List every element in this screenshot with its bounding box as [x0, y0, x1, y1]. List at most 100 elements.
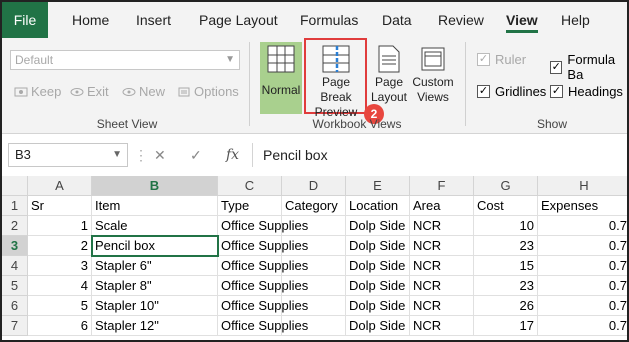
cell-d5[interactable]	[282, 276, 346, 296]
formula-bar-checkbox[interactable]: ✓ Formula Ba	[550, 52, 627, 82]
cell-g4[interactable]: 15	[474, 256, 538, 276]
cell-a3[interactable]: 2	[28, 236, 92, 256]
cell-a2[interactable]: 1	[28, 216, 92, 236]
normal-view-button[interactable]: Normal	[260, 42, 302, 114]
cell-e6[interactable]: Dolp Side	[346, 296, 410, 316]
row-header-4[interactable]: 4	[2, 256, 28, 276]
cell-b7[interactable]: Stapler 12"	[92, 316, 218, 336]
cell-d1[interactable]: Category	[282, 196, 346, 216]
column-header-e[interactable]: E	[346, 176, 410, 196]
tab-view[interactable]: View	[506, 2, 538, 38]
name-box[interactable]: B3 ▼	[8, 143, 128, 167]
cell-f6[interactable]: NCR	[410, 296, 474, 316]
cell-f2[interactable]: NCR	[410, 216, 474, 236]
cell-d7[interactable]	[282, 316, 346, 336]
options-button[interactable]: Options	[177, 84, 239, 99]
headings-checkbox[interactable]: ✓ Headings	[550, 84, 623, 99]
row-header-2[interactable]: 2	[2, 216, 28, 236]
page-layout-view-button[interactable]: Page Layout	[370, 42, 408, 105]
cell-e4[interactable]: Dolp Side	[346, 256, 410, 276]
cell-g5[interactable]: 23	[474, 276, 538, 296]
cell-e2[interactable]: Dolp Side	[346, 216, 410, 236]
cell-c6[interactable]: Office Supplies	[218, 296, 308, 316]
column-header-c[interactable]: C	[218, 176, 282, 196]
tab-review[interactable]: Review	[438, 2, 484, 38]
row-header-1[interactable]: 1	[2, 196, 28, 216]
column-header-d[interactable]: D	[282, 176, 346, 196]
cell-c3[interactable]: Office Supplies	[218, 236, 308, 256]
column-header-a[interactable]: A	[28, 176, 92, 196]
cell-c4[interactable]: Office Supplies	[218, 256, 308, 276]
cell-b3[interactable]: Pencil box	[91, 235, 219, 257]
cell-g2[interactable]: 10	[474, 216, 538, 236]
cell-e5[interactable]: Dolp Side	[346, 276, 410, 296]
cell-h2[interactable]: 0.7	[538, 216, 627, 236]
cell-f5[interactable]: NCR	[410, 276, 474, 296]
cell-a4[interactable]: 3	[28, 256, 92, 276]
column-header-h[interactable]: H	[538, 176, 627, 196]
cell-c7[interactable]: Office Supplies	[218, 316, 308, 336]
row-header-6[interactable]: 6	[2, 296, 28, 316]
cell-f4[interactable]: NCR	[410, 256, 474, 276]
cell-c5[interactable]: Office Supplies	[218, 276, 308, 296]
cell-b4[interactable]: Stapler 6"	[92, 256, 218, 276]
cell-h6[interactable]: 0.7	[538, 296, 627, 316]
cell-e1[interactable]: Location	[346, 196, 410, 216]
cell-d3[interactable]	[282, 236, 346, 256]
cell-b6[interactable]: Stapler 10"	[92, 296, 218, 316]
more-options-icon: ⋮	[134, 146, 148, 163]
tab-insert[interactable]: Insert	[136, 2, 171, 38]
cell-a1[interactable]: Sr	[28, 196, 92, 216]
cell-c1[interactable]: Type	[218, 196, 282, 216]
cell-f1[interactable]: Area	[410, 196, 474, 216]
cell-g3[interactable]: 23	[474, 236, 538, 256]
sheet-view-dropdown[interactable]: Default ▼	[10, 50, 240, 70]
cell-g1[interactable]: Cost	[474, 196, 538, 216]
cell-h5[interactable]: 0.7	[538, 276, 627, 296]
cell-f3[interactable]: NCR	[410, 236, 474, 256]
cell-g7[interactable]: 17	[474, 316, 538, 336]
cell-e3[interactable]: Dolp Side	[346, 236, 410, 256]
ruler-checkbox[interactable]: ✓ Ruler	[477, 52, 526, 67]
formula-input[interactable]: Pencil box	[252, 143, 627, 167]
enter-icon[interactable]: ✓	[190, 143, 202, 167]
cell-h7[interactable]: 0.7	[538, 316, 627, 336]
cell-g6[interactable]: 26	[474, 296, 538, 316]
keep-button[interactable]: Keep	[14, 84, 61, 99]
custom-views-button[interactable]: Custom Views	[410, 42, 456, 105]
new-button[interactable]: New	[122, 84, 165, 99]
tab-help[interactable]: Help	[561, 2, 590, 38]
cell-d6[interactable]	[282, 296, 346, 316]
cell-b1[interactable]: Item	[92, 196, 218, 216]
tab-home[interactable]: Home	[72, 2, 109, 38]
cell-h4[interactable]: 0.7	[538, 256, 627, 276]
tab-page-layout[interactable]: Page Layout	[199, 2, 278, 38]
cell-h1[interactable]: Expenses	[538, 196, 627, 216]
row-header-7[interactable]: 7	[2, 316, 28, 336]
column-header-f[interactable]: F	[410, 176, 474, 196]
select-all-corner[interactable]	[2, 176, 28, 196]
cell-d4[interactable]	[282, 256, 346, 276]
cell-b5[interactable]: Stapler 8"	[92, 276, 218, 296]
gridlines-checkbox[interactable]: ✓ Gridlines	[477, 84, 546, 99]
page-break-preview-button[interactable]: Page Break Preview	[306, 42, 366, 120]
column-header-g[interactable]: G	[474, 176, 538, 196]
column-header-b[interactable]: B	[92, 176, 218, 196]
cell-d2[interactable]	[282, 216, 346, 236]
cell-b2[interactable]: Scale	[92, 216, 218, 236]
exit-button[interactable]: Exit	[70, 84, 109, 99]
row-header-3[interactable]: 3	[2, 236, 28, 256]
cell-e7[interactable]: Dolp Side	[346, 316, 410, 336]
cell-c2[interactable]: Office Supplies	[218, 216, 308, 236]
cell-a5[interactable]: 4	[28, 276, 92, 296]
row-header-5[interactable]: 5	[2, 276, 28, 296]
cell-f7[interactable]: NCR	[410, 316, 474, 336]
insert-function-icon[interactable]: fx	[226, 143, 239, 167]
cell-a6[interactable]: 5	[28, 296, 92, 316]
tab-formulas[interactable]: Formulas	[300, 2, 358, 38]
cancel-icon[interactable]: ✕	[154, 143, 166, 167]
tab-data[interactable]: Data	[382, 2, 412, 38]
cell-a7[interactable]: 6	[28, 316, 92, 336]
cell-h3[interactable]: 0.7	[538, 236, 627, 256]
tab-file[interactable]: File	[2, 2, 48, 38]
